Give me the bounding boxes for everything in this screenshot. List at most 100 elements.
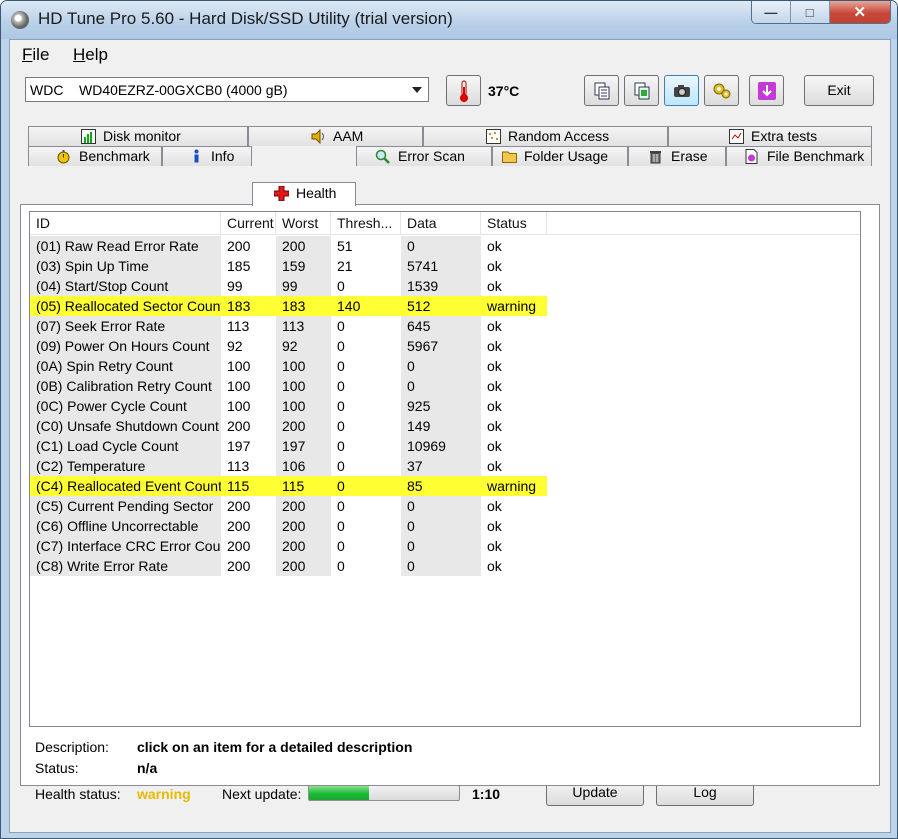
cell-threshold: 0 [337, 338, 345, 354]
table-row[interactable]: (C7) Interface CRC Error Count 200 200 0 0 ok [30, 536, 550, 556]
client-area: File Help WDC WD40EZRZ-00GXCB0 (4000 gB)… [9, 39, 891, 833]
cell-status: ok [487, 418, 502, 434]
table-row[interactable]: (C6) Offline Uncorrectable 200 200 0 0 ok [30, 516, 550, 536]
cell-data: 0 [401, 536, 481, 556]
random-access-icon [486, 129, 501, 144]
col-current[interactable]: Current [221, 212, 276, 234]
cell-data: 10969 [401, 436, 481, 456]
table-row[interactable]: (C8) Write Error Rate 200 200 0 0 ok [30, 556, 550, 576]
tab-extra-tests[interactable]: Extra tests [668, 126, 872, 146]
tab-error-scan[interactable]: Error Scan [356, 146, 492, 166]
title-bar[interactable]: HD Tune Pro 5.60 - Hard Disk/SSD Utility… [1, 1, 897, 39]
cell-worst: 200 [276, 236, 331, 256]
maximize-button[interactable]: □ [790, 1, 830, 23]
tab-info[interactable]: Info [162, 146, 252, 166]
cell-threshold: 0 [337, 518, 345, 534]
copy-screenshot-button[interactable] [624, 75, 659, 106]
drive-select[interactable]: WDC WD40EZRZ-00GXCB0 (4000 gB) [25, 77, 429, 102]
table-row[interactable]: (01) Raw Read Error Rate 200 200 51 0 ok [30, 236, 550, 256]
table-row[interactable]: (09) Power On Hours Count 92 92 0 5967 ok [30, 336, 550, 356]
cell-data: 925 [401, 396, 481, 416]
table-row[interactable]: (0C) Power Cycle Count 100 100 0 925 ok [30, 396, 550, 416]
cell-current: 99 [227, 278, 243, 294]
table-row[interactable]: (C4) Reallocated Event Count 115 115 0 85 war… [30, 476, 550, 496]
toolbar: WDC WD40EZRZ-00GXCB0 (4000 gB) 37°C Exit [10, 69, 890, 119]
tab-disk-monitor[interactable]: Disk monitor [28, 126, 248, 146]
tab-folder-usage[interactable]: Folder Usage [492, 146, 628, 166]
table-row[interactable]: (C2) Temperature 113 106 0 37 ok [30, 456, 550, 476]
tab-benchmark[interactable]: Benchmark [28, 146, 162, 166]
cell-threshold: 0 [337, 498, 345, 514]
col-status[interactable]: Status [481, 212, 547, 234]
cell-status: ok [487, 278, 502, 294]
app-window: HD Tune Pro 5.60 - Hard Disk/SSD Utility… [0, 0, 898, 839]
window-title: HD Tune Pro 5.60 - Hard Disk/SSD Utility… [38, 9, 453, 28]
health-status-label: Health status: [35, 786, 121, 802]
tab-aam[interactable]: AAM [248, 126, 423, 146]
table-row[interactable]: (05) Reallocated Sector Count 183 183 140 51… [30, 296, 550, 316]
cell-id: (07) Seek Error Rate [30, 316, 221, 336]
col-id[interactable]: ID [30, 212, 221, 234]
cell-worst: 200 [276, 496, 331, 516]
tab-file-benchmark[interactable]: File Benchmark [726, 146, 872, 166]
stopwatch-icon [57, 150, 70, 164]
status-value: n/a [137, 760, 158, 776]
menu-help[interactable]: Help [73, 45, 108, 65]
col-data[interactable]: Data [401, 212, 481, 234]
table-row[interactable]: (C5) Current Pending Sector 200 200 0 0 ok [30, 496, 550, 516]
cell-threshold: 0 [337, 358, 345, 374]
copy-text-button[interactable] [584, 75, 619, 106]
camera-icon [673, 84, 690, 97]
table-row[interactable]: (0A) Spin Retry Count 100 100 0 0 ok [30, 356, 550, 376]
cell-data: 5741 [401, 256, 481, 276]
cell-worst: 106 [276, 456, 331, 476]
cell-status: ok [487, 518, 502, 534]
tab-random-access[interactable]: Random Access [423, 126, 668, 146]
table-row[interactable]: (07) Seek Error Rate 113 113 0 645 ok [30, 316, 550, 336]
maximize-icon: □ [805, 4, 814, 20]
cell-current: 100 [227, 358, 251, 374]
cell-worst: 200 [276, 556, 331, 576]
cell-current: 92 [227, 338, 243, 354]
table-row[interactable]: (C0) Unsafe Shutdown Count 200 200 0 149 ok [30, 416, 550, 436]
options-icon [713, 83, 730, 98]
exit-button[interactable]: Exit [804, 75, 874, 106]
screenshot-button[interactable] [664, 75, 699, 106]
thermometer-icon [459, 80, 468, 102]
close-button[interactable]: ✕ [829, 1, 890, 23]
table-row[interactable]: (0B) Calibration Retry Count 100 100 0 0 ok [30, 376, 550, 396]
cell-status: ok [487, 438, 502, 454]
tab-erase[interactable]: Erase [628, 146, 726, 166]
table-row[interactable]: (04) Start/Stop Count 99 99 0 1539 ok [30, 276, 550, 296]
menu-bar: File Help [10, 40, 890, 68]
cell-current: 200 [227, 558, 251, 574]
cell-data: 5967 [401, 336, 481, 356]
temperature-button[interactable] [446, 75, 481, 106]
col-worst[interactable]: Worst [276, 212, 331, 234]
cell-data: 0 [401, 516, 481, 536]
minimize-icon: — [764, 4, 778, 20]
cell-threshold: 0 [337, 558, 345, 574]
save-button[interactable] [749, 75, 784, 106]
cell-threshold: 0 [337, 438, 345, 454]
next-update-label: Next update: [222, 786, 302, 802]
cell-status: warning [481, 476, 547, 496]
cell-threshold: 0 [337, 278, 345, 294]
minimize-button[interactable]: — [752, 1, 791, 23]
menu-file[interactable]: File [22, 45, 49, 65]
cell-worst: 100 [276, 376, 331, 396]
cell-current: 200 [227, 518, 251, 534]
speaker-icon [311, 129, 324, 144]
cell-status: ok [487, 338, 502, 354]
col-threshold[interactable]: Thresh... [331, 212, 401, 234]
info-icon [194, 149, 199, 163]
table-row[interactable]: (C1) Load Cycle Count 197 197 0 10969 ok [30, 436, 550, 456]
options-button[interactable] [704, 75, 739, 106]
health-panel: ID Current Worst Thresh... Data Status (… [20, 204, 880, 786]
tab-health[interactable]: Health [252, 182, 356, 206]
cell-id: (C1) Load Cycle Count [30, 436, 221, 456]
cell-status: ok [487, 398, 502, 414]
cell-status: warning [481, 296, 547, 316]
cell-threshold: 0 [331, 476, 401, 496]
table-row[interactable]: (03) Spin Up Time 185 159 21 5741 ok [30, 256, 550, 276]
